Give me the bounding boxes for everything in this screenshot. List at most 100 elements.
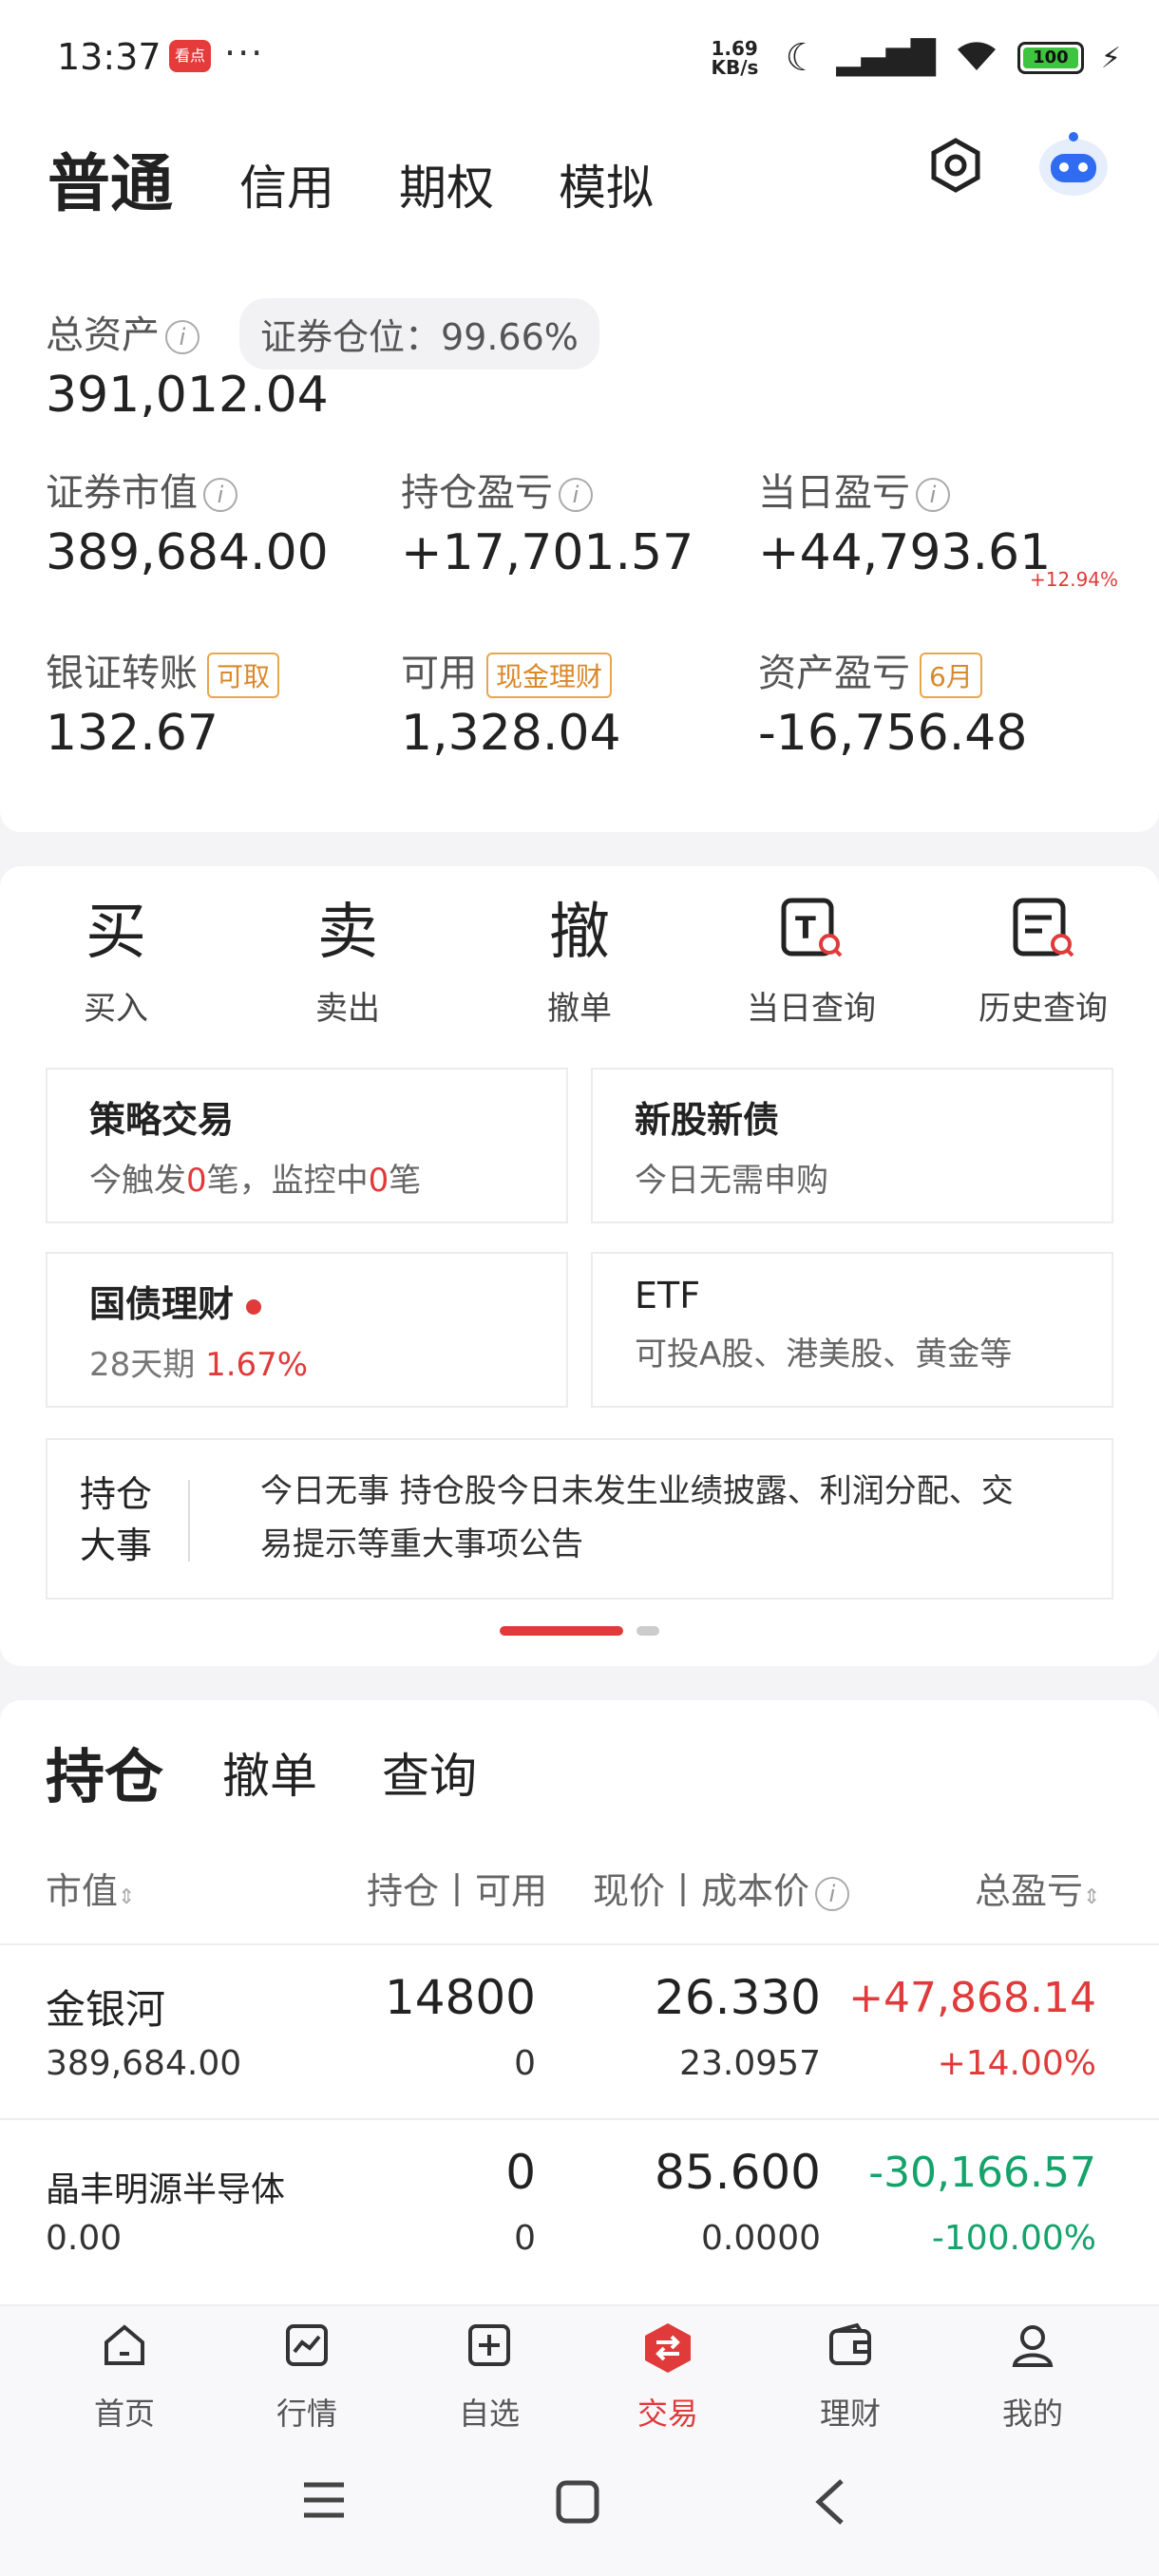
stock-available: 0: [514, 2219, 536, 2258]
stock-total-pl: -30,166.57: [868, 2149, 1096, 2197]
charging-icon: ⚡: [1100, 41, 1121, 75]
system-navigation-bar: [0, 2441, 1159, 2576]
info-icon[interactable]: i: [203, 478, 238, 512]
sort-icon: ⇕: [118, 1885, 136, 1909]
daily-pl-percent: +12.94%: [1030, 568, 1119, 591]
holding-events-banner[interactable]: 持仓 大事 今日无事 持仓股今日未发生业绩披露、利润分配、交 易提示等重大事项公告: [46, 1438, 1113, 1600]
wifi-icon: [953, 38, 1000, 78]
col-total-pl[interactable]: 总盈亏⇕: [975, 1862, 1100, 1914]
tab-cancel-orders[interactable]: 撤单: [222, 1738, 317, 1807]
battery-icon: 100: [1016, 42, 1084, 74]
info-icon[interactable]: i: [916, 478, 950, 512]
today-query-button[interactable]: T 当日查询: [716, 895, 906, 1029]
daily-pl-value: +44,793.61: [758, 524, 1052, 581]
pager-indicator: [636, 1626, 659, 1636]
tab-simulation[interactable]: 模拟: [559, 150, 654, 218]
market-chart-icon: [236, 2321, 378, 2382]
today-query-icon: T: [716, 895, 906, 971]
bottom-nav: 首页 行情 自选 交易 理财 我的: [0, 2304, 1159, 2441]
stock-cost: 23.0957: [679, 2044, 821, 2083]
stock-name: 金银河: [46, 1986, 166, 2033]
stock-available: 0: [514, 2044, 536, 2083]
settings-hex-icon[interactable]: [927, 137, 984, 198]
treasury-finance-tile[interactable]: 国债理财 28天期 1.67%: [46, 1252, 568, 1408]
asset-summary-card: 总资产 i 证券仓位：99.66% 391,012.04 证券市值 i 389,68…: [0, 255, 1159, 832]
transfer-label[interactable]: 银证转账 可取: [46, 642, 280, 698]
user-profile-icon: [961, 2321, 1104, 2382]
sell-button[interactable]: 卖 卖出: [253, 895, 443, 1029]
buy-icon: 买: [86, 898, 146, 968]
available-value: 1,328.04: [401, 705, 621, 762]
account-header: 普通 信用 期权 模拟: [0, 112, 1159, 255]
stock-cost: 0.0000: [701, 2219, 821, 2258]
svg-text:T: T: [795, 910, 816, 946]
tab-normal[interactable]: 普通: [48, 133, 173, 224]
table-row[interactable]: 金银河 389,684.00 14800 0 26.330 23.0957 +4…: [0, 1943, 1159, 2118]
asset-pl-value: -16,756.48: [758, 705, 1028, 762]
stock-market-value: 389,684.00: [46, 2044, 242, 2083]
status-time: 13:37: [57, 36, 162, 78]
col-qty: 持仓丨可用: [367, 1870, 548, 1912]
nav-watchlist[interactable]: 自选: [418, 2321, 560, 2434]
stock-total-pl: +47,868.14: [848, 1974, 1096, 2022]
asset-pl-label[interactable]: 资产盈亏 6月: [758, 642, 982, 698]
app-notification-icon: 看点: [169, 40, 211, 72]
moon-icon: ☾: [785, 36, 820, 80]
wallet-icon: [779, 2321, 922, 2382]
red-dot-icon: [246, 1298, 262, 1315]
nav-finance[interactable]: 理财: [779, 2321, 922, 2434]
table-row[interactable]: 晶丰明源半导体 0.00 0 0 85.600 0.0000 -30,166.5…: [0, 2118, 1159, 2293]
nav-market[interactable]: 行情: [236, 2321, 378, 2434]
tab-query[interactable]: 查询: [382, 1738, 477, 1807]
status-bar: 13:37 看点 ··· 1.69 KB/s ☾ ▂▄▆█ 100 ⚡: [0, 0, 1159, 112]
tile-subtitle: 今触发0笔，监控中0笔: [89, 1162, 422, 1200]
cash-management-tag[interactable]: 现金理财: [486, 653, 613, 698]
info-icon[interactable]: i: [815, 1876, 850, 1911]
add-watchlist-icon: [418, 2321, 560, 2382]
info-icon[interactable]: i: [559, 478, 593, 512]
history-query-button[interactable]: 历史查询: [948, 895, 1138, 1029]
home-square-icon[interactable]: [555, 2479, 600, 2529]
daily-pl-label: 当日盈亏 i: [758, 462, 950, 517]
nav-trade[interactable]: 交易: [597, 2321, 739, 2434]
holding-pl-value: +17,701.57: [401, 524, 694, 581]
strategy-trading-tile[interactable]: 策略交易 今触发0笔，监控中0笔: [46, 1068, 568, 1223]
cancel-order-button[interactable]: 撤 撤单: [484, 895, 674, 1029]
trade-exchange-icon: [597, 2321, 739, 2382]
cancel-order-icon: 撤: [549, 898, 610, 968]
menu-icon[interactable]: [300, 2479, 348, 2525]
holdings-section: 持仓 撤单 查询 市值⇕ 持仓丨可用 现价丨成本价 i 总盈亏⇕ 金银河 389,…: [0, 1700, 1159, 2308]
robot-assistant-icon[interactable]: [1036, 129, 1112, 205]
stock-pl-percent: -100.00%: [931, 2219, 1096, 2258]
sell-icon: 卖: [317, 898, 378, 968]
etf-tile[interactable]: ETF 可投A股、港美股、黄金等: [591, 1252, 1113, 1408]
stock-name: 晶丰明源半导体: [46, 2170, 286, 2209]
stock-price: 85.600: [655, 2145, 821, 2200]
tile-subtitle: 可投A股、港美股、黄金等: [635, 1335, 1013, 1373]
col-price: 现价丨成本价 i: [593, 1862, 850, 1914]
tab-options[interactable]: 期权: [399, 150, 494, 218]
history-query-icon: [948, 895, 1138, 971]
network-speed: 1.69 KB/s: [711, 37, 759, 79]
tile-title: 策略交易: [89, 1099, 235, 1141]
home-icon: [53, 2321, 196, 2382]
stock-price: 26.330: [655, 1970, 821, 2025]
transfer-value: 132.67: [46, 705, 218, 762]
tab-credit[interactable]: 信用: [239, 150, 334, 218]
stock-qty: 14800: [384, 1970, 536, 2025]
nav-me[interactable]: 我的: [961, 2321, 1104, 2434]
info-icon[interactable]: i: [165, 320, 200, 354]
buy-button[interactable]: 买 买入: [21, 895, 211, 1029]
tab-holdings[interactable]: 持仓: [46, 1729, 163, 1814]
col-market-value[interactable]: 市值⇕: [46, 1862, 135, 1914]
tile-title: ETF: [635, 1275, 701, 1316]
available-label[interactable]: 可用 现金理财: [401, 642, 613, 698]
events-text: 今日无事 持仓股今日未发生业绩披露、利润分配、交 易提示等重大事项公告: [260, 1472, 1014, 1563]
events-title: 持仓 大事: [80, 1473, 153, 1566]
signal-icon: ▂▄▆█: [836, 39, 936, 77]
tile-title: 新股新债: [635, 1099, 780, 1141]
holding-pl-label: 持仓盈亏 i: [401, 462, 593, 517]
back-icon[interactable]: [811, 2477, 849, 2530]
ipo-bond-tile[interactable]: 新股新债 今日无需申购: [591, 1068, 1113, 1223]
nav-home[interactable]: 首页: [53, 2321, 196, 2434]
